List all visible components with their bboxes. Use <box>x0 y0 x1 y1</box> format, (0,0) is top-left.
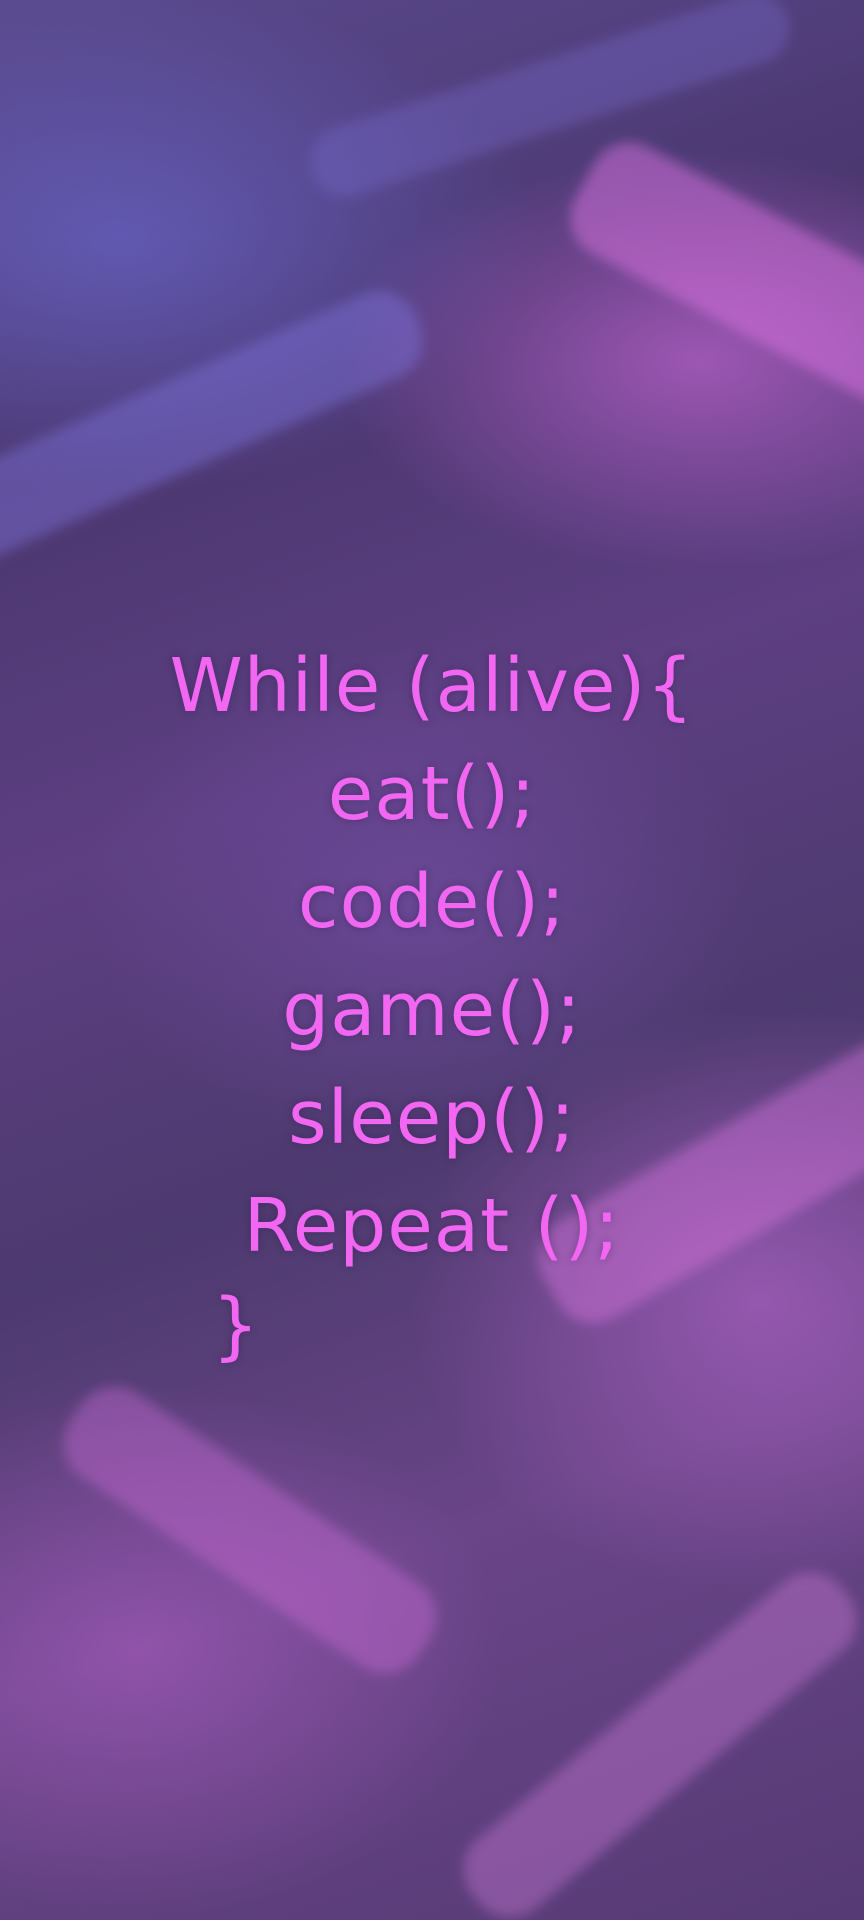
light-streak <box>447 1556 864 1920</box>
code-line-code: code(); <box>297 859 567 945</box>
code-line-while: While (alive){ <box>169 643 695 729</box>
code-text-block: While (alive){ eat(); code(); game(); sl… <box>0 640 864 1369</box>
code-line-repeat: Repeat (); <box>243 1183 621 1269</box>
code-line-eat: eat(); <box>327 751 537 837</box>
code-line-game: game(); <box>282 967 582 1053</box>
light-streak <box>301 0 799 206</box>
light-streak <box>556 128 864 432</box>
code-line-closing-brace: } <box>212 1283 261 1369</box>
light-streak <box>47 1371 453 1689</box>
light-streak <box>0 278 436 572</box>
code-line-sleep: sleep(); <box>288 1075 576 1161</box>
